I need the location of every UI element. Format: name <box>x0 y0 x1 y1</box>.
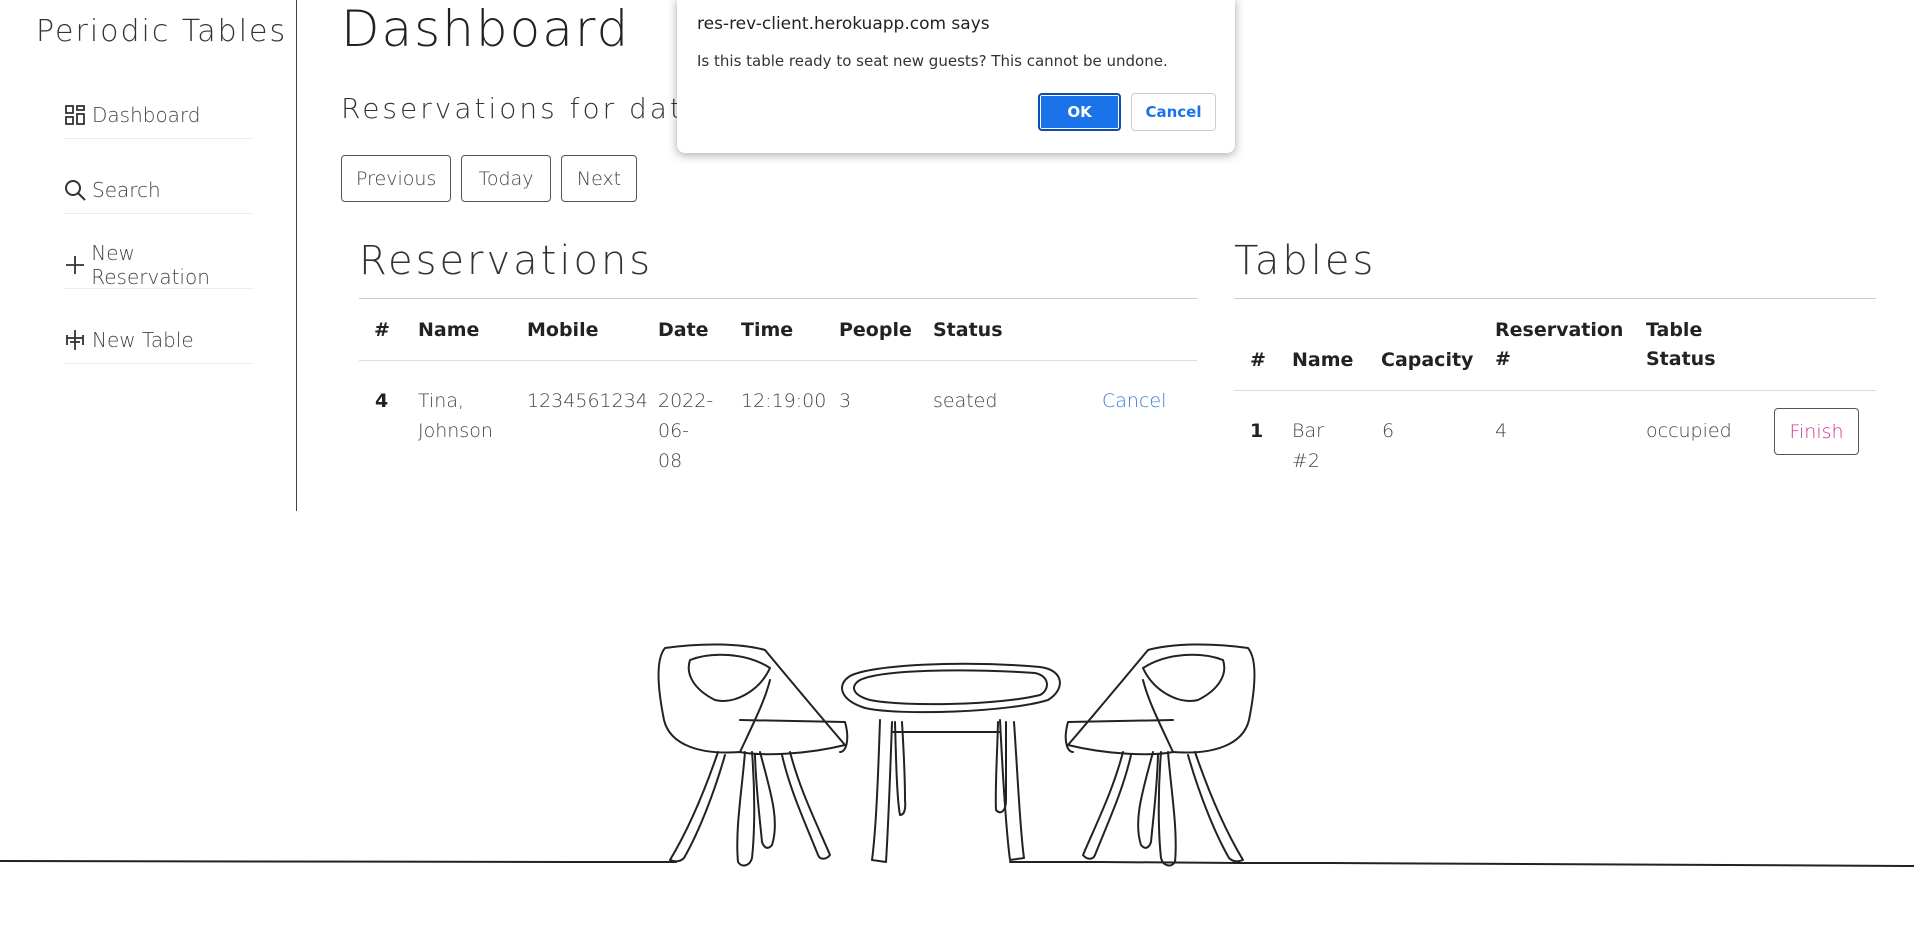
divider <box>359 360 1197 361</box>
reservation-mobile: 1234561234 <box>527 390 648 412</box>
previous-button[interactable]: Previous <box>341 155 451 202</box>
confirm-dialog: res-rev-client.herokuapp.com says Is thi… <box>677 0 1235 153</box>
reservation-people: 3 <box>839 390 852 412</box>
chairs-and-table-illustration <box>0 643 1914 867</box>
sidebar-item-label: New Reservation <box>91 241 210 289</box>
sidebar-item-new-table[interactable]: New Table <box>64 317 254 364</box>
reservation-date: 2022- 06- 08 <box>658 390 714 472</box>
reservation-id: 4 <box>375 390 389 412</box>
table-name: Bar #2 <box>1292 420 1324 472</box>
cancel-reservation-link[interactable]: Cancel <box>1102 386 1166 416</box>
dashboard-icon <box>64 104 86 126</box>
reservations-title: Reservations <box>359 238 654 284</box>
column-header: Capacity <box>1381 349 1474 371</box>
column-header: Name <box>418 319 480 341</box>
column-header: # <box>1250 349 1266 371</box>
reservation-name: Tina, Johnson <box>418 390 493 442</box>
column-header: Mobile <box>527 319 599 341</box>
column-header: People <box>839 319 912 341</box>
divider <box>1234 390 1876 391</box>
column-header: Status <box>933 319 1003 341</box>
table-id: 1 <box>1250 420 1264 442</box>
sidebar: Periodic Tables Dashboard Search New Res… <box>0 0 297 511</box>
tables-title: Tables <box>1234 238 1377 284</box>
sidebar-item-dashboard[interactable]: Dashboard <box>64 92 254 139</box>
dialog-title: res-rev-client.herokuapp.com says <box>697 14 990 34</box>
sidebar-item-label: Dashboard <box>92 103 201 127</box>
table-icon <box>64 329 86 351</box>
column-header: Reservation # <box>1495 319 1624 370</box>
reservation-status: seated <box>933 390 998 412</box>
sidebar-item-search[interactable]: Search <box>64 167 254 214</box>
dialog-ok-button[interactable]: OK <box>1038 93 1121 131</box>
page-title: Dashboard <box>341 0 631 58</box>
sidebar-item-label: Search <box>92 178 161 202</box>
table-reservation: 4 <box>1495 420 1508 442</box>
column-header: Name <box>1292 349 1354 371</box>
reservation-time: 12:19:00 <box>741 390 827 412</box>
divider <box>359 298 1197 299</box>
column-header: Time <box>741 319 794 341</box>
column-header: Date <box>658 319 709 341</box>
sidebar-item-new-reservation[interactable]: New Reservation <box>64 241 254 289</box>
finish-button[interactable]: Finish <box>1774 408 1859 455</box>
table-status: occupied <box>1646 420 1732 442</box>
column-header: Table Status <box>1646 319 1716 370</box>
table-capacity: 6 <box>1382 420 1395 442</box>
date-heading: Reservations for date <box>341 92 705 125</box>
search-icon <box>64 179 86 201</box>
plus-icon <box>64 254 85 276</box>
column-header: # <box>374 319 390 341</box>
sidebar-item-label: New Table <box>92 328 194 352</box>
dialog-cancel-button[interactable]: Cancel <box>1131 93 1216 131</box>
dialog-message: Is this table ready to seat new guests? … <box>697 52 1168 70</box>
divider <box>1234 298 1876 299</box>
brand-title: Periodic Tables <box>36 14 288 49</box>
next-button[interactable]: Next <box>561 155 637 202</box>
today-button[interactable]: Today <box>461 155 551 202</box>
